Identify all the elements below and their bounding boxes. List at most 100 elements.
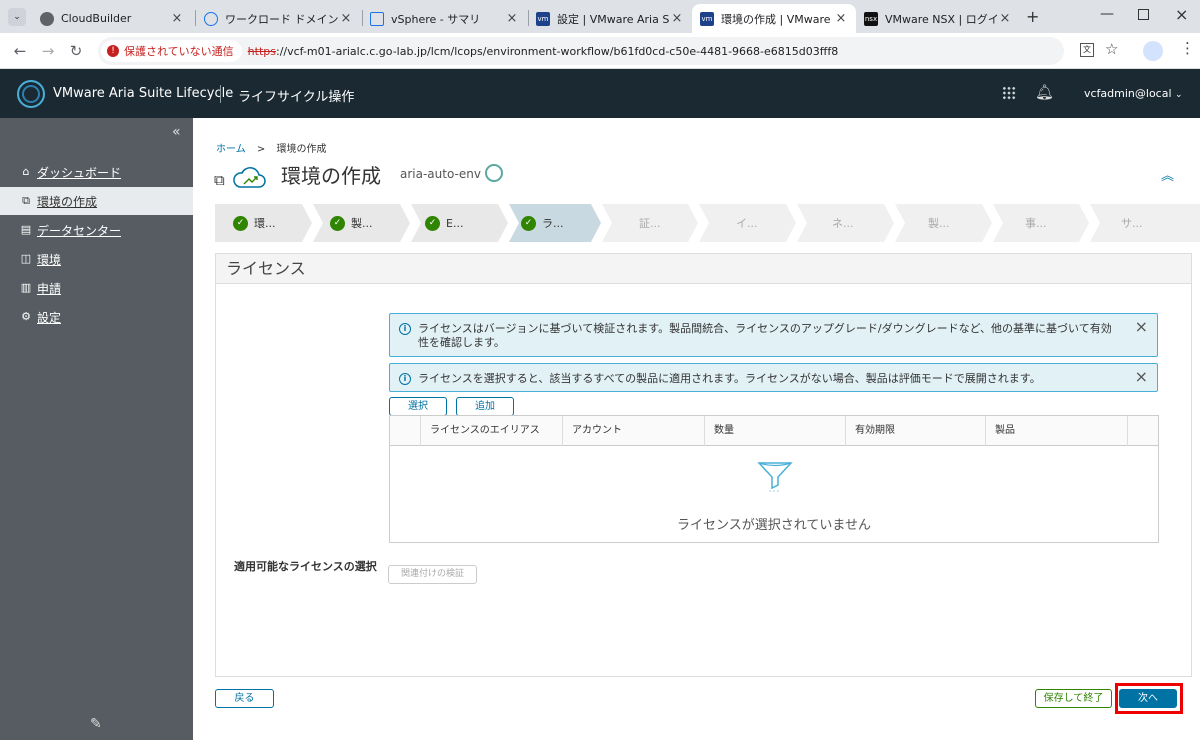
cloud-arrow-icon xyxy=(232,167,266,188)
license-table: ライセンスのエイリアス アカウント 数量 有効期限 製品 ライセンスが選択されて… xyxy=(389,415,1159,543)
close-icon[interactable]: × xyxy=(834,11,848,26)
sidebar-item-settings[interactable]: ⚙ 設定 xyxy=(0,303,193,331)
collapse-up-icon[interactable]: ︽ xyxy=(1161,165,1174,184)
environment-name: aria-auto-env xyxy=(400,167,481,181)
close-icon[interactable]: × xyxy=(505,11,519,26)
tab-search-icon[interactable]: ⌄ xyxy=(8,8,26,26)
vsphere-icon xyxy=(370,11,384,26)
step-4-current[interactable]: ✓ ラ... xyxy=(521,204,564,242)
column-header-account[interactable]: アカウント xyxy=(562,416,704,446)
window-close-button[interactable]: × xyxy=(1175,5,1188,24)
validate-association-button[interactable]: 関連付けの検証 xyxy=(388,565,477,584)
copy-icon: ⧉ xyxy=(214,171,225,189)
home-icon: ⌂ xyxy=(22,165,30,178)
app-switcher-icon[interactable] xyxy=(1002,86,1016,100)
license-field-label: 適用可能なライセンスの選択 xyxy=(234,560,377,573)
globe-icon xyxy=(40,11,54,26)
title-icons: ⧉ xyxy=(214,165,267,191)
close-icon[interactable]: × xyxy=(339,11,353,26)
profile-avatar[interactable] xyxy=(1143,41,1163,61)
copy-icon: ⧉ xyxy=(22,194,30,207)
breadcrumb: ホーム > 環境の作成 xyxy=(216,144,327,155)
bell-icon[interactable]: 🔔︎ xyxy=(1035,83,1054,101)
sidebar-item-environments[interactable]: ◫ 環境 xyxy=(0,245,193,273)
check-icon: ✓ xyxy=(521,215,536,231)
main-content: ホーム > 環境の作成 ⧉ 環境の作成 aria-auto-env ︽ ✓ 環..… xyxy=(193,118,1200,740)
sidebar-item-dashboard[interactable]: ⌂ ダッシュボード xyxy=(0,158,193,186)
column-header-alias[interactable]: ライセンスのエイリアス xyxy=(420,416,562,446)
sidebar-item-datacenter[interactable]: ▤ データセンター xyxy=(0,216,193,244)
browser-menu-icon[interactable]: ⋮ xyxy=(1180,39,1195,57)
step-3[interactable]: ✓ E... xyxy=(425,204,463,242)
panel-heading: ライセンス xyxy=(216,254,1191,284)
info-icon: i xyxy=(399,373,411,385)
browser-tab[interactable]: vSphere - サマリ × xyxy=(362,4,527,33)
section-title: ライフサイクル操作 xyxy=(238,90,355,105)
info-alert-validation: i ライセンスはバージョンに基づいて検証されます。製品間統合、ライセンスのアップ… xyxy=(389,313,1158,357)
vmw-icon: vm xyxy=(700,11,714,26)
user-menu[interactable]: vcfadmin@local ⌄ xyxy=(1084,87,1183,100)
chevron-down-icon: ⌄ xyxy=(1175,90,1183,100)
new-tab-button[interactable]: + xyxy=(1026,7,1039,26)
browser-tab[interactable]: ワークロード ドメイン - サービス × xyxy=(196,4,361,33)
breadcrumb-home[interactable]: ホーム xyxy=(216,144,246,155)
forward-arrow-icon[interactable]: → xyxy=(38,41,58,61)
app-brand[interactable]: VMware Aria Suite Lifecycle xyxy=(53,86,233,101)
info-icon: i xyxy=(399,323,411,335)
tab-title: 環境の作成 | VMware Aria xyxy=(721,12,834,26)
step-1[interactable]: ✓ 環... xyxy=(233,204,276,242)
security-indicator[interactable]: ! 保護されていない通信 xyxy=(101,40,242,62)
step-5: 証... xyxy=(639,217,661,230)
environment-icon: ◫ xyxy=(20,252,32,265)
close-icon[interactable]: × xyxy=(670,11,684,26)
add-license-button[interactable]: 追加 xyxy=(456,397,514,416)
column-header-checkbox[interactable] xyxy=(390,416,420,446)
browser-tab[interactable]: vm 設定 | VMware Aria Suite × xyxy=(528,4,692,33)
step-7: ネ... xyxy=(832,217,854,230)
datacenter-icon: ▤ xyxy=(20,223,32,236)
browser-tab-bar: ⌄ CloudBuilder × ワークロード ドメイン - サービス × vS… xyxy=(0,0,1200,33)
warning-icon: ! xyxy=(107,45,119,57)
sidebar: « ⌂ ダッシュボード ⧉ 環境の作成 ▤ データセンター ◫ 環境 ▥ 申請 ⚙ 設定 ✎ xyxy=(0,118,193,740)
tools-icon[interactable]: ✎ xyxy=(90,716,102,732)
close-icon[interactable]: × xyxy=(1135,369,1148,385)
browser-tab[interactable]: nsx VMware NSX | ログイン × xyxy=(856,4,1020,33)
browser-tab-active[interactable]: vm 環境の作成 | VMware Aria × xyxy=(692,4,856,33)
check-icon: ✓ xyxy=(330,215,345,231)
environment-status-icon xyxy=(485,164,503,182)
reload-icon[interactable]: ↻ xyxy=(66,41,86,61)
check-icon: ✓ xyxy=(233,215,248,231)
table-header: ライセンスのエイリアス アカウント 数量 有効期限 製品 xyxy=(390,416,1158,446)
app-header: VMware Aria Suite Lifecycle ライフサイクル操作 🔔︎… xyxy=(0,69,1200,118)
collapse-sidebar-icon[interactable]: « xyxy=(172,124,181,140)
close-icon[interactable]: × xyxy=(998,11,1012,26)
address-bar-row: ← → ↻ ! 保護されていない通信 https://vcf-m01-arial… xyxy=(0,33,1200,69)
vmw-icon: vm xyxy=(536,11,550,26)
maximize-button[interactable] xyxy=(1138,9,1149,20)
save-exit-button[interactable]: 保存して終了 xyxy=(1035,689,1112,708)
bookmark-star-icon[interactable]: ☆ xyxy=(1105,40,1118,58)
browser-tab[interactable]: CloudBuilder × xyxy=(32,4,192,33)
tab-title: vSphere - サマリ xyxy=(391,12,481,26)
column-header-product[interactable]: 製品 xyxy=(985,416,1127,446)
step-6: イ... xyxy=(736,217,758,230)
column-header-quantity[interactable]: 数量 xyxy=(704,416,845,446)
minimize-button[interactable]: — xyxy=(1100,6,1114,22)
translate-icon[interactable]: 文 xyxy=(1080,43,1094,57)
requests-icon: ▥ xyxy=(20,281,32,294)
next-button[interactable]: 次へ xyxy=(1119,689,1177,708)
column-header-expiry[interactable]: 有効期限 xyxy=(845,416,985,446)
tab-title: ワークロード ドメイン - サービス xyxy=(225,12,339,26)
vmware-logo-icon[interactable] xyxy=(17,80,45,108)
url-field[interactable]: ! 保護されていない通信 https://vcf-m01-arialc.c.go… xyxy=(98,37,1064,65)
filter-funnel-icon xyxy=(757,462,793,492)
back-button[interactable]: 戻る xyxy=(215,689,274,708)
step-2[interactable]: ✓ 製... xyxy=(330,204,373,242)
back-arrow-icon[interactable]: ← xyxy=(10,41,30,61)
close-icon[interactable]: × xyxy=(1135,319,1148,335)
close-icon[interactable]: × xyxy=(170,11,184,26)
select-license-button[interactable]: 選択 xyxy=(389,397,447,416)
url-text: https://vcf-m01-arialc.c.go-lab.jp/lcm/l… xyxy=(247,44,839,58)
sidebar-item-requests[interactable]: ▥ 申請 xyxy=(0,274,193,302)
sidebar-item-create-environment[interactable]: ⧉ 環境の作成 xyxy=(0,187,193,215)
